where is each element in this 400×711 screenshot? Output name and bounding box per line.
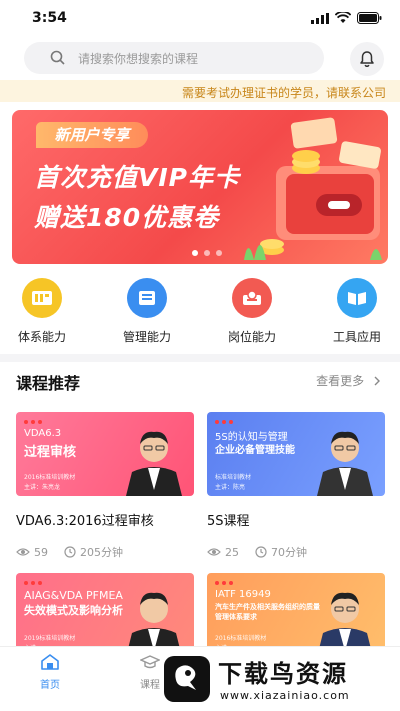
- thumbnail-subtitle: IATF 16949: [215, 589, 271, 600]
- course-thumbnail: IATF 16949 汽车生产件及相关服务组织的质量管理体系要求 2016标准培…: [207, 573, 385, 657]
- course-card[interactable]: AIAG&VDA PFMEA 失效模式及影响分析 2019标准培训教材 主讲：: [16, 573, 194, 657]
- category-grid: 体系能力 管理能力 岗位能力 工具应用: [0, 278, 400, 348]
- thumbnail-subtitle: AIAG&VDA PFMEA: [24, 589, 123, 602]
- thumbnail-note: 2016标准培训教材: [24, 474, 76, 481]
- bell-icon: [360, 51, 374, 67]
- course-card[interactable]: VDA6.3 过程审核 2016标准培训教材 主讲：朱亮龙 VDA6.3:201…: [16, 412, 194, 559]
- signal-icon: [311, 12, 329, 24]
- tab-home[interactable]: 首页: [20, 653, 80, 691]
- category-system-ability[interactable]: 体系能力: [2, 278, 82, 345]
- clock-icon: [64, 546, 76, 558]
- wifi-icon: [335, 12, 351, 23]
- lecturer-portrait: [126, 431, 182, 496]
- course-meta: 59 205分钟: [16, 544, 123, 560]
- pagination-dot[interactable]: [192, 250, 198, 256]
- notice-bar[interactable]: 需要考试办理证书的学员，请联系公司: [0, 80, 400, 102]
- graduation-cap-icon: [139, 655, 161, 669]
- notification-button[interactable]: [350, 42, 384, 76]
- thumbnail-note: 标准培训教材: [215, 474, 252, 481]
- course-thumbnail: 5S的认知与管理 企业必备管理技能 标准培训教材 主讲：陈亮: [207, 412, 385, 496]
- course-duration: 205分钟: [80, 546, 123, 559]
- thumbnail-title: 汽车生产件及相关服务组织的质量管理体系要求: [215, 603, 320, 621]
- view-count: 25: [225, 545, 239, 559]
- course-duration: 70分钟: [271, 546, 307, 559]
- view-count: 59: [34, 545, 48, 559]
- see-more-link[interactable]: 查看更多: [316, 372, 382, 389]
- thumbnail-note: 2019标准培训教材: [24, 635, 76, 642]
- clock-icon: [255, 546, 267, 558]
- eye-icon: [16, 548, 30, 556]
- thumbnail-title: 企业必备管理技能: [215, 445, 295, 456]
- section-title: 课程推荐: [16, 374, 81, 393]
- chevron-right-icon: [374, 376, 380, 386]
- home-icon: [41, 654, 59, 670]
- thumbnail-lecturer: 主讲：陈亮: [215, 484, 246, 491]
- banner-tag: 新用户专享: [36, 122, 148, 148]
- banner-pagination[interactable]: [192, 250, 222, 256]
- wallet-illustration: [244, 117, 382, 260]
- search-placeholder: 请搜索你想搜索的课程: [78, 52, 199, 66]
- thumbnail-title: 失效模式及影响分析: [24, 604, 123, 617]
- battery-icon: [357, 12, 382, 24]
- status-icons: [311, 12, 382, 24]
- section-divider: [0, 354, 400, 362]
- course-meta: 25 70分钟: [207, 544, 307, 560]
- category-label: 工具应用: [332, 330, 381, 344]
- see-more-label: 查看更多: [316, 374, 365, 388]
- course-title: 5S课程: [207, 514, 250, 529]
- thumbnail-subtitle: VDA6.3: [24, 428, 62, 439]
- category-label: 岗位能力: [227, 330, 276, 344]
- thumbnail-lecturer: 主讲：朱亮龙: [24, 484, 61, 491]
- status-time: 3:54: [32, 10, 67, 26]
- notice-text: 需要考试办理证书的学员，请联系公司: [181, 86, 386, 100]
- category-tool-application[interactable]: 工具应用: [317, 278, 397, 345]
- category-management-ability[interactable]: 管理能力: [107, 278, 187, 345]
- promo-banner[interactable]: 新用户专享 首次充值VIP年卡 赠送180优惠卷: [12, 110, 388, 264]
- course-title: VDA6.3:2016过程审核: [16, 514, 154, 529]
- badge-icon: [232, 278, 272, 318]
- course-card[interactable]: IATF 16949 汽车生产件及相关服务组织的质量管理体系要求 2016标准培…: [207, 573, 385, 657]
- category-label: 体系能力: [17, 330, 66, 344]
- watermark-url: www.xiazainiao.com: [220, 689, 350, 702]
- watermark-logo: [164, 656, 210, 702]
- course-card[interactable]: 5S的认知与管理 企业必备管理技能 标准培训教材 主讲：陈亮 5S课程 25 7…: [207, 412, 385, 559]
- status-bar: 3:54: [0, 0, 400, 38]
- thumbnail-note: 2016标准培训教材: [215, 635, 267, 642]
- category-position-ability[interactable]: 岗位能力: [212, 278, 292, 345]
- thumbnail-title: 过程审核: [24, 445, 77, 460]
- banner-subheadline: 赠送180优惠卷: [34, 203, 220, 232]
- search-icon: [50, 50, 65, 65]
- course-thumbnail: AIAG&VDA PFMEA 失效模式及影响分析 2019标准培训教材 主讲：: [16, 573, 194, 657]
- folder-icon: [127, 278, 167, 318]
- book-icon: [22, 278, 62, 318]
- eye-icon: [207, 548, 221, 556]
- search-row: 请搜索你想搜索的课程: [0, 42, 400, 76]
- course-thumbnail: VDA6.3 过程审核 2016标准培训教材 主讲：朱亮龙: [16, 412, 194, 496]
- watermark-title: 下载鸟资源: [218, 660, 348, 688]
- pagination-dot[interactable]: [204, 250, 210, 256]
- lecturer-portrait: [317, 431, 373, 496]
- pagination-dot[interactable]: [216, 250, 222, 256]
- site-watermark: 下载鸟资源 www.xiazainiao.com: [160, 648, 400, 711]
- search-input[interactable]: 请搜索你想搜索的课程: [24, 42, 324, 74]
- banner-headline: 首次充值VIP年卡: [34, 163, 240, 192]
- tab-label: 首页: [40, 680, 60, 691]
- category-label: 管理能力: [122, 330, 171, 344]
- open-book-icon: [337, 278, 377, 318]
